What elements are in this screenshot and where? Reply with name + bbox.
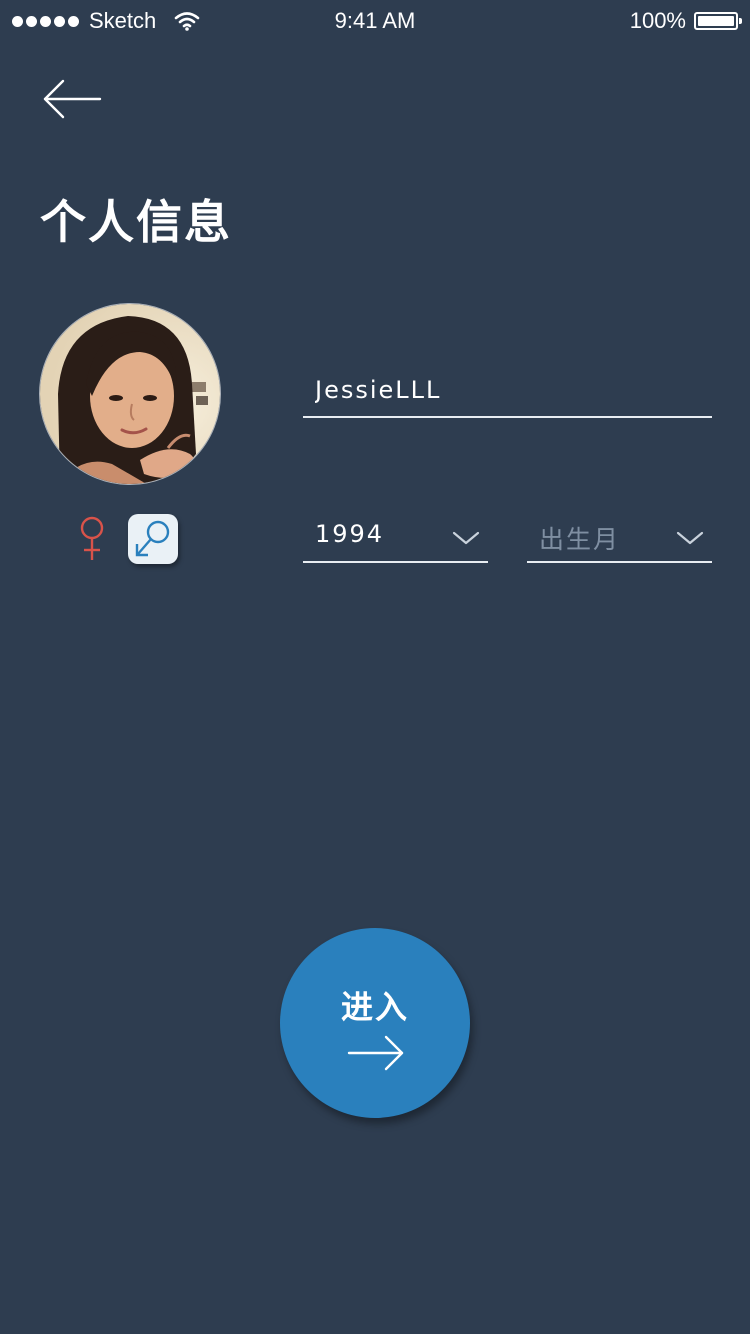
nickname-input[interactable]	[303, 366, 712, 414]
back-button[interactable]	[40, 76, 106, 122]
battery-fill	[698, 16, 734, 26]
nickname-field	[303, 366, 712, 418]
chevron-down-icon	[676, 531, 704, 545]
birth-month-placeholder: 出生月	[539, 525, 621, 554]
birth-year-select[interactable]: 1994	[303, 512, 488, 563]
page-title: 个人信息	[40, 195, 232, 249]
male-symbol-icon	[135, 520, 170, 557]
avatar[interactable]	[39, 303, 221, 485]
arrow-right-icon	[347, 1035, 404, 1071]
status-right: 100%	[629, 8, 742, 34]
birth-month-select[interactable]: 出生月	[527, 512, 712, 563]
back-arrow-icon	[43, 79, 102, 119]
battery-percent: 100%	[629, 8, 686, 33]
female-symbol-icon	[80, 516, 104, 560]
battery-icon	[694, 12, 742, 30]
enter-button-label: 进入	[340, 988, 409, 1026]
avatar-photo	[40, 304, 220, 484]
status-bar: Sketch 9:41 AM 100%	[0, 0, 750, 40]
gender-male-button[interactable]	[128, 514, 178, 564]
birth-year-value: 1994	[315, 520, 385, 548]
enter-button[interactable]: 进入	[280, 928, 470, 1118]
chevron-down-icon	[452, 531, 480, 545]
gender-female-button[interactable]	[74, 514, 110, 564]
